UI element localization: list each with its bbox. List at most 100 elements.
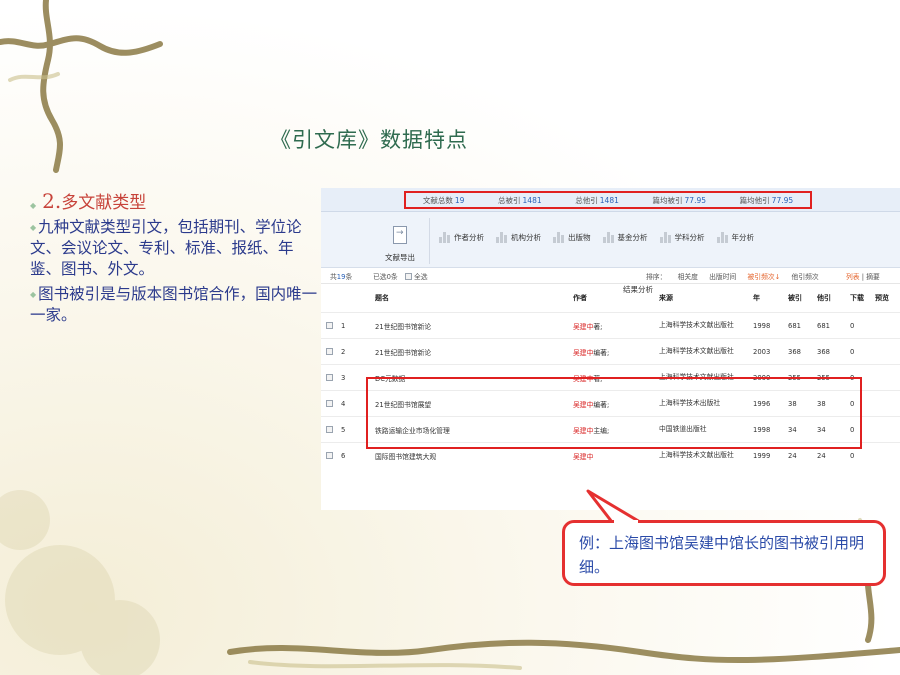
row-number: 1 bbox=[341, 321, 346, 330]
citation-result-panel: 文献总数 19 总被引 1481 总他引 1481 篇均被引 77.95 篇均他引 77.… bbox=[321, 188, 900, 510]
stat-avg-cited: 篇均被引 77.95 bbox=[652, 195, 707, 205]
author-link[interactable]: 吴建中 bbox=[573, 323, 593, 331]
header-other-cited[interactable]: 他引 bbox=[817, 293, 831, 303]
row-number: 2 bbox=[341, 347, 346, 356]
table-highlight-box bbox=[366, 377, 862, 449]
author-link[interactable]: 吴建中 bbox=[573, 349, 593, 357]
row-other-cited[interactable]: 24 bbox=[817, 452, 826, 460]
table-row: 2 21世纪图书馆新论 吴建中编著; 上海科学技术文献出版社 2003 368 … bbox=[321, 338, 900, 364]
row-download: 0 bbox=[850, 347, 855, 356]
divider bbox=[429, 218, 430, 264]
select-all-checkbox[interactable]: 全选 bbox=[405, 271, 428, 281]
sort-other-cited-frequency[interactable]: 他引频次 bbox=[792, 273, 819, 281]
sort-cited-frequency[interactable]: 被引频次↓ bbox=[747, 273, 780, 281]
result-count: 共19条 bbox=[330, 272, 353, 281]
export-icon[interactable] bbox=[393, 226, 407, 244]
row-number: 5 bbox=[341, 425, 346, 434]
paragraph-text: 图书被引是与版本图书馆合作，国内唯一一家。 bbox=[30, 285, 318, 324]
view-abstract-link[interactable]: 摘要 bbox=[866, 273, 880, 281]
row-checkbox[interactable] bbox=[326, 374, 333, 381]
row-title-link[interactable]: 21世纪图书馆新论 bbox=[375, 321, 431, 331]
results-table: 题名 作者 来源 年 被引 他引 下载 预览 1 21世纪图书馆新论 吴建中著;… bbox=[321, 284, 900, 468]
stat-total-cited: 总被引 1481 bbox=[498, 195, 542, 205]
row-download: 0 bbox=[850, 451, 855, 460]
analysis-tools: 作者分析 机构分析 出版物 基金分析 学科分析 年分析 bbox=[439, 232, 766, 243]
row-author: 吴建中编著; bbox=[573, 348, 610, 357]
header-author[interactable]: 作者 bbox=[573, 293, 587, 303]
export-button[interactable]: 文献导出 bbox=[385, 252, 415, 263]
year-analysis-button[interactable]: 年分析 bbox=[716, 232, 754, 243]
publication-analysis-button[interactable]: 出版物 bbox=[553, 232, 591, 243]
row-number: 6 bbox=[341, 451, 346, 460]
paragraph-2: ◆ 图书被引是与版本图书馆合作，国内唯一一家。 bbox=[30, 284, 320, 326]
row-source[interactable]: 上海科学技术文献出版社 bbox=[659, 347, 741, 356]
view-toggle: 列表 | 摘要 bbox=[846, 271, 880, 281]
bar-chart-icon bbox=[496, 232, 508, 243]
bullet-dot-icon: ◆ bbox=[30, 290, 37, 299]
row-source[interactable]: 上海科学技术文献出版社 bbox=[659, 321, 741, 330]
view-separator: | bbox=[861, 272, 865, 281]
row-author: 吴建中 bbox=[573, 451, 593, 461]
slide-title: 《引文库》数据特点 bbox=[270, 128, 468, 152]
sort-bar: 排序： 相关度 出版时间 被引频次↓ 他引频次 bbox=[646, 271, 828, 281]
row-cited[interactable]: 368 bbox=[788, 348, 801, 356]
bar-chart-icon bbox=[439, 232, 451, 243]
bar-chart-icon bbox=[659, 232, 672, 243]
row-source[interactable]: 上海科学技术文献出版社 bbox=[659, 451, 741, 460]
row-checkbox[interactable] bbox=[326, 426, 333, 433]
analysis-bar: 文献导出 作者分析 机构分析 出版物 基金分析 学科分析 年分析 结果分析 bbox=[321, 212, 900, 294]
table-header: 题名 作者 来源 年 被引 他引 下载 预览 bbox=[321, 284, 900, 312]
stat-avg-other-cited: 篇均他引 77.95 bbox=[739, 195, 794, 205]
bar-chart-icon bbox=[553, 232, 565, 243]
row-author: 吴建中著; bbox=[573, 322, 603, 331]
callout-text: 例：上海图书馆吴建中馆长的图书被引用明细。 bbox=[579, 534, 865, 576]
header-cited[interactable]: 被引 bbox=[788, 293, 802, 303]
bar-chart-icon bbox=[602, 232, 615, 243]
section-title: 多文献类型 bbox=[61, 193, 147, 213]
row-other-cited[interactable]: 368 bbox=[817, 348, 830, 356]
left-text-block: ◆ 2. 多文献类型 ◆ 九种文献类型引文，包括期刊、学位论文、会议论文、专利、标… bbox=[30, 188, 320, 326]
institution-analysis-button[interactable]: 机构分析 bbox=[496, 232, 541, 243]
stat-total-docs: 文献总数 19 bbox=[422, 195, 465, 205]
row-other-cited[interactable]: 681 bbox=[817, 322, 830, 330]
row-title-link[interactable]: 21世纪图书馆新论 bbox=[375, 347, 431, 357]
row-title-link[interactable]: 国际图书馆建筑大观 bbox=[375, 451, 436, 461]
stats-bar: 文献总数 19 总被引 1481 总他引 1481 篇均被引 77.95 篇均他引 77.… bbox=[321, 188, 900, 212]
subject-analysis-button[interactable]: 学科分析 bbox=[659, 232, 705, 243]
stat-total-other-cited: 总他引 1481 bbox=[575, 195, 619, 205]
header-year[interactable]: 年 bbox=[753, 293, 760, 303]
row-year: 1998 bbox=[753, 321, 771, 330]
row-number: 3 bbox=[341, 373, 346, 382]
header-source[interactable]: 来源 bbox=[659, 294, 741, 303]
row-download: 0 bbox=[850, 321, 855, 330]
row-year: 2003 bbox=[753, 347, 771, 356]
header-download: 下载 bbox=[850, 294, 864, 302]
header-preview: 预览 bbox=[875, 294, 889, 302]
row-checkbox[interactable] bbox=[326, 400, 333, 407]
stats-highlight-box: 文献总数 19 总被引 1481 总他引 1481 篇均被引 77.95 篇均他引 77.… bbox=[404, 191, 812, 209]
sort-publish-time[interactable]: 出版时间 bbox=[709, 273, 736, 281]
row-year: 1999 bbox=[753, 451, 771, 460]
sort-relevance[interactable]: 相关度 bbox=[678, 273, 698, 281]
author-analysis-button[interactable]: 作者分析 bbox=[439, 232, 484, 243]
row-cited[interactable]: 24 bbox=[788, 452, 797, 460]
bullet-dot-icon: ◆ bbox=[30, 201, 37, 210]
section-heading: ◆ 2. 多文献类型 bbox=[30, 188, 320, 213]
bullet-dot-icon: ◆ bbox=[30, 223, 37, 232]
row-checkbox[interactable] bbox=[326, 348, 333, 355]
row-cited[interactable]: 681 bbox=[788, 322, 801, 330]
row-checkbox[interactable] bbox=[326, 452, 333, 459]
paragraph-1: ◆ 九种文献类型引文，包括期刊、学位论文、会议论文、专利、标准、报纸、年鉴、图书、… bbox=[30, 217, 320, 280]
example-callout: 例：上海图书馆吴建中馆长的图书被引用明细。 bbox=[562, 520, 886, 586]
author-link[interactable]: 吴建中 bbox=[573, 453, 593, 461]
result-toolbar: 共19条 已选0条 全选 排序： 相关度 出版时间 被引频次↓ 他引频次 列表 … bbox=[321, 268, 900, 284]
paragraph-text: 九种文献类型引文，包括期刊、学位论文、会议论文、专利、标准、报纸、年鉴、图书、外… bbox=[30, 218, 302, 278]
row-checkbox[interactable] bbox=[326, 322, 333, 329]
view-list-link[interactable]: 列表 bbox=[846, 273, 860, 281]
section-number: 2. bbox=[42, 189, 62, 213]
table-row: 1 21世纪图书馆新论 吴建中著; 上海科学技术文献出版社 1998 681 6… bbox=[321, 312, 900, 338]
bar-chart-icon bbox=[716, 232, 729, 243]
selected-count: 已选0条 bbox=[373, 272, 398, 281]
fund-analysis-button[interactable]: 基金分析 bbox=[602, 232, 648, 243]
header-title[interactable]: 题名 bbox=[375, 293, 389, 303]
